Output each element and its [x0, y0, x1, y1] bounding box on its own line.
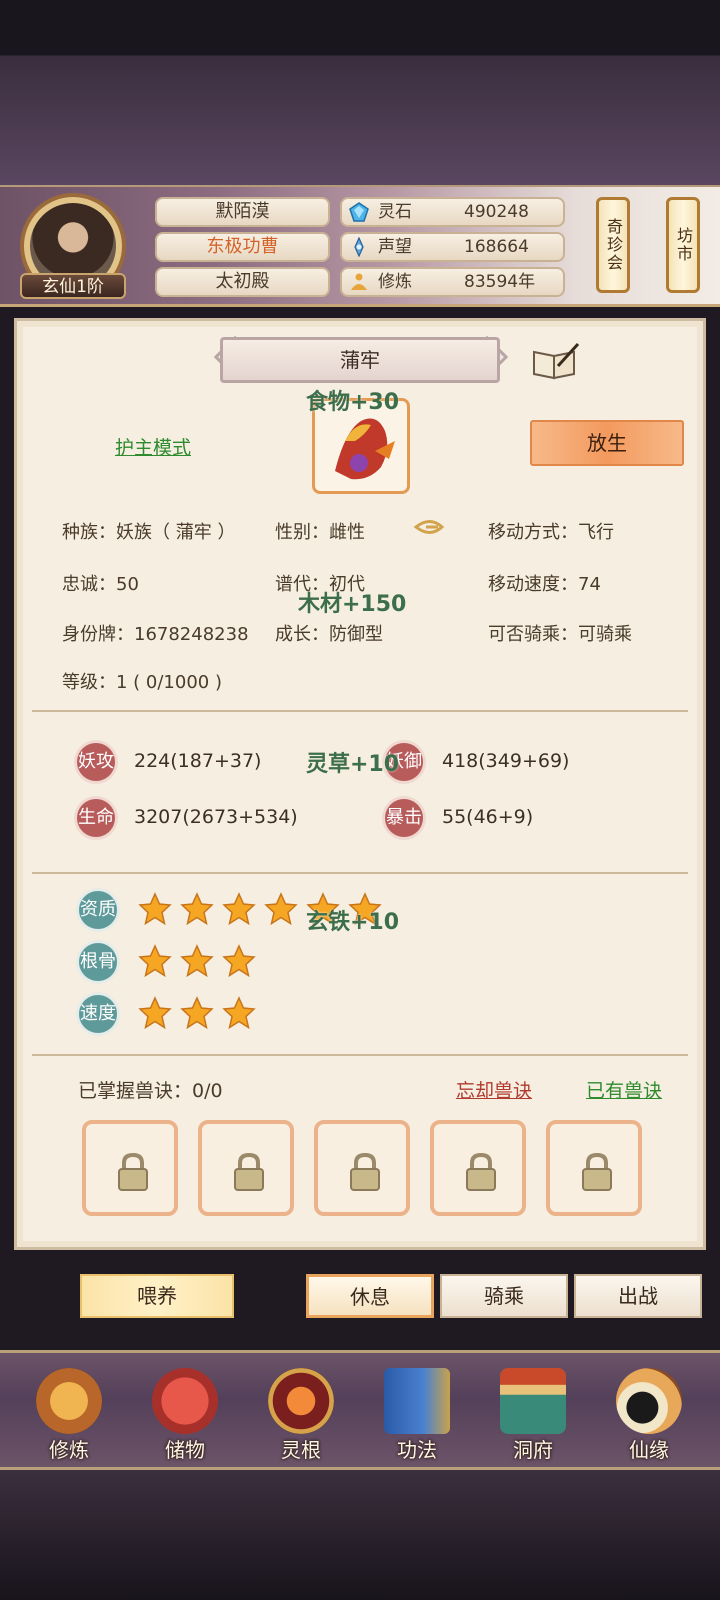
attr-move-type: 移动方式：飞行	[488, 522, 614, 543]
resource-label: 修炼	[378, 272, 412, 292]
floating-reward: 玄铁+10	[306, 910, 400, 935]
resource-label: 声望	[378, 237, 412, 257]
stat-badge-attack: 妖攻	[74, 740, 118, 784]
lock-icon	[350, 1152, 380, 1191]
ride-button[interactable]: 骑乘	[440, 1274, 568, 1318]
star-icon	[264, 892, 298, 926]
rest-button[interactable]: 休息	[306, 1274, 434, 1318]
nav-label: 储物	[165, 1438, 205, 1462]
nav-label: 修炼	[49, 1438, 89, 1462]
guard-mode-link[interactable]: 护主模式	[115, 433, 191, 460]
skills-mastered: 已掌握兽诀：0/0	[78, 1080, 223, 1102]
lock-icon	[234, 1152, 264, 1191]
treasure-fair-button[interactable]: 奇珍会	[596, 197, 630, 293]
resource-value: 83594年	[464, 272, 536, 292]
feed-button[interactable]: 喂养	[80, 1274, 234, 1318]
spirit-root-icon	[268, 1368, 334, 1434]
release-button[interactable]: 放生	[530, 420, 684, 466]
star-icon	[138, 892, 172, 926]
cultivation-icon	[351, 273, 367, 290]
realm-badge: 玄仙1阶	[20, 273, 126, 299]
star-icon	[138, 996, 172, 1030]
skill-slot[interactable]	[82, 1120, 178, 1216]
lock-icon	[466, 1152, 496, 1191]
lock-icon	[582, 1152, 612, 1191]
resource-value: 168664	[464, 237, 529, 257]
cave-dwelling-icon	[500, 1368, 566, 1434]
pet-handbook-icon[interactable]	[530, 340, 582, 382]
stat-badge-crit: 暴击	[382, 796, 426, 840]
stat-attack-value: 224(187+37)	[134, 750, 262, 772]
nav-spirit-root[interactable]: 灵根	[256, 1368, 346, 1468]
attr-rideable: 可否骑乘：可骑乘	[488, 624, 632, 645]
nav-cave[interactable]: 洞府	[488, 1368, 578, 1468]
technique-book-icon	[384, 1368, 450, 1434]
gender-arrow-icon	[413, 520, 445, 534]
star-icon	[180, 996, 214, 1030]
bone-stars	[138, 944, 256, 978]
skill-slot[interactable]	[198, 1120, 294, 1216]
attr-race: 种族：妖族（ 蒲牢 ）	[62, 522, 236, 543]
nav-cultivate[interactable]: 修炼	[24, 1368, 114, 1468]
nav-technique[interactable]: 功法	[372, 1368, 462, 1468]
nav-immortal-fate[interactable]: 仙缘	[604, 1368, 694, 1468]
resource-prestige: 声望 168664	[340, 232, 565, 262]
bottom-dark-area	[0, 1470, 720, 1600]
top-dark-area	[0, 0, 720, 185]
resource-spirit-stone: 灵石 490248	[340, 197, 565, 227]
attr-loyalty: 忠诚：50	[62, 574, 139, 595]
nav-label: 灵根	[281, 1438, 321, 1462]
skill-slot[interactable]	[314, 1120, 410, 1216]
pet-name-banner: 蒲牢	[220, 337, 500, 383]
attr-move-speed: 移动速度：74	[488, 574, 601, 595]
player-name: 默陌漠	[155, 197, 330, 227]
attr-id-tag: 身份牌：1678248238	[62, 624, 249, 645]
attr-growth: 成长：防御型	[275, 624, 383, 645]
forget-skill-link[interactable]: 忘却兽诀	[456, 1076, 532, 1103]
speed-stars	[138, 996, 256, 1030]
attr-gender: 性别：雌性	[275, 522, 365, 543]
lock-icon	[118, 1152, 148, 1191]
nav-storage[interactable]: 储物	[140, 1368, 230, 1468]
spirit-stone-icon	[349, 202, 369, 222]
player-header: 玄仙1阶 默陌漠 东极功曹 太初殿 灵石 490248 声望 168664 修炼…	[0, 185, 720, 307]
stat-crit-value: 55(46+9)	[442, 806, 534, 828]
talent-badge-aptitude: 资质	[76, 888, 120, 932]
cultivate-icon	[36, 1368, 102, 1434]
attr-level: 等级：1 ( 0/1000 )	[62, 672, 222, 693]
nav-label: 功法	[397, 1438, 437, 1462]
talent-badge-bone: 根骨	[76, 940, 120, 984]
skill-slot[interactable]	[430, 1120, 526, 1216]
immortal-fate-icon	[616, 1368, 682, 1434]
floating-reward: 木材+150	[298, 592, 407, 617]
skill-slot[interactable]	[546, 1120, 642, 1216]
section-divider	[32, 872, 688, 874]
resource-cultivation: 修炼 83594年	[340, 267, 565, 297]
prestige-icon	[354, 237, 364, 257]
resource-value: 490248	[464, 202, 529, 222]
market-button[interactable]: 坊市	[666, 197, 700, 293]
player-title: 东极功曹	[155, 232, 330, 262]
nav-label: 仙缘	[629, 1438, 669, 1462]
star-icon	[180, 892, 214, 926]
stat-hp-value: 3207(2673+534)	[134, 806, 298, 828]
nav-label: 洞府	[513, 1438, 553, 1462]
stat-defense-value: 418(349+69)	[442, 750, 570, 772]
star-icon	[222, 996, 256, 1030]
star-icon	[138, 944, 172, 978]
section-divider	[32, 710, 688, 712]
stat-badge-hp: 生命	[74, 796, 118, 840]
player-sect: 太初殿	[155, 267, 330, 297]
star-icon	[222, 892, 256, 926]
talent-badge-speed: 速度	[76, 992, 120, 1036]
floating-reward: 食物+30	[306, 390, 400, 415]
storage-bag-icon	[152, 1368, 218, 1434]
resource-label: 灵石	[378, 202, 412, 222]
owned-skill-link[interactable]: 已有兽诀	[586, 1076, 662, 1103]
floating-reward: 灵草+10	[306, 752, 400, 777]
star-icon	[222, 944, 256, 978]
star-icon	[180, 944, 214, 978]
section-divider	[32, 1054, 688, 1056]
battle-button[interactable]: 出战	[574, 1274, 702, 1318]
